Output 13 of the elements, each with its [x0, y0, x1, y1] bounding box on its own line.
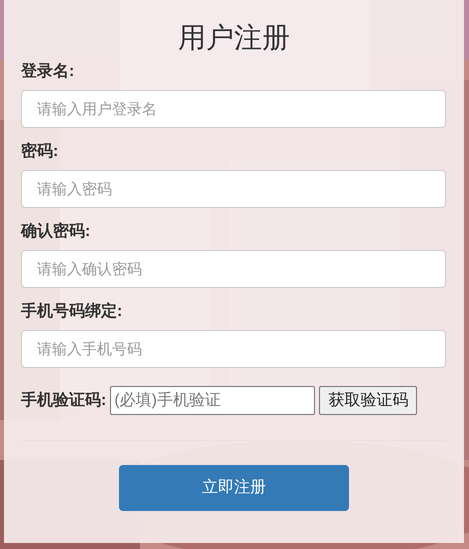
- field-label: 手机验证码:: [21, 390, 106, 410]
- input-field[interactable]: 请输入用户登录名: [21, 90, 446, 128]
- input-field[interactable]: 请输入手机号码: [21, 330, 446, 368]
- field-label: 登录名:: [21, 62, 76, 82]
- field-label: 确认密码:: [21, 222, 92, 242]
- register-button[interactable]: 立即注册: [119, 465, 349, 511]
- form-title: 用户注册: [178, 21, 290, 55]
- input-field[interactable]: (必填)手机验证: [110, 386, 316, 415]
- input-field[interactable]: 请输入密码: [21, 170, 446, 208]
- field-label: 密码:: [21, 142, 60, 162]
- input-field[interactable]: 请输入确认密码: [21, 250, 446, 288]
- get-code-button[interactable]: 获取验证码: [319, 386, 418, 415]
- field-label: 手机号码绑定:: [21, 302, 124, 322]
